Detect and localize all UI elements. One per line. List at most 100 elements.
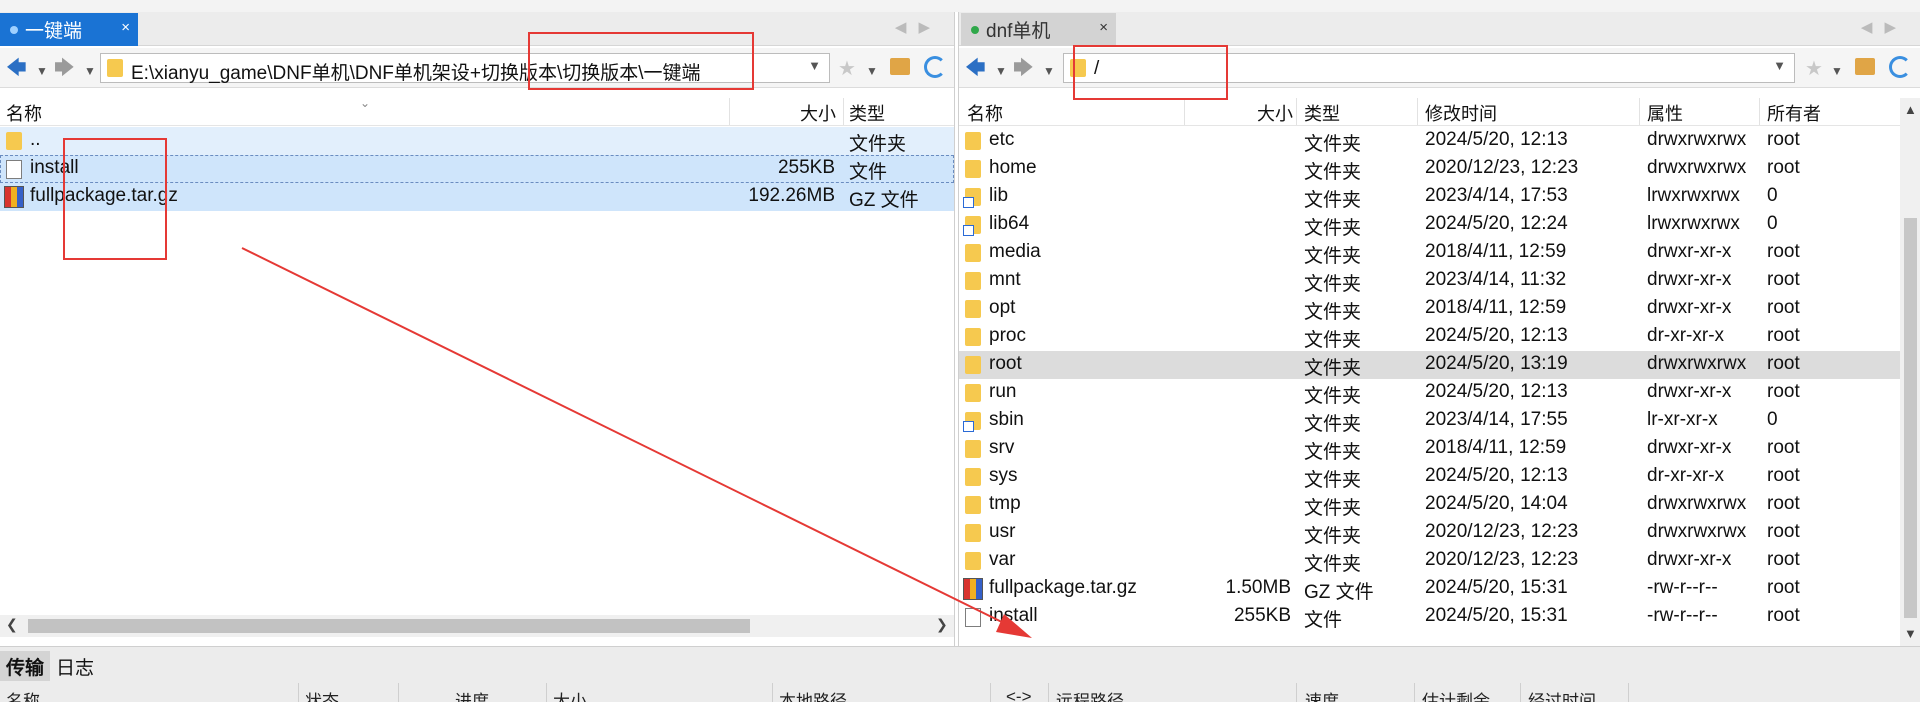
tab-status-dot [10,25,18,34]
column-size[interactable]: 大小 [800,100,836,126]
file-owner: root [1767,577,1800,598]
transfer-column-remote-path[interactable]: 远程路径 [1056,687,1124,702]
file-name: lib64 [989,213,1030,234]
column-separator [398,683,399,702]
column-separator [546,683,547,702]
forward-icon[interactable]: 🡆 [54,56,75,80]
column-size[interactable]: 大小 [1257,100,1293,126]
column-attributes[interactable]: 属性 [1647,100,1683,126]
tab-log[interactable]: 日志 [50,651,100,681]
list-item[interactable]: sys 文件夹 2024/5/20, 12:13 dr-xr-xr-x root [959,463,1920,491]
file-owner: 0 [1767,409,1778,430]
transfer-column-size[interactable]: 大小 [553,687,587,702]
chevron-down-icon[interactable]: ▼ [36,59,48,83]
bookmark-star-icon[interactable]: ★ [1805,56,1823,81]
chevron-down-icon[interactable]: ▼ [995,59,1007,83]
file-owner: root [1767,493,1800,514]
tab-scroll-arrows-icon[interactable]: ◀▶ [895,18,942,36]
list-item[interactable]: run 文件夹 2024/5/20, 12:13 drwxr-xr-x root [959,379,1920,407]
refresh-icon[interactable] [1889,56,1911,78]
chevron-down-icon[interactable]: ▼ [866,59,878,83]
folder-icon [965,160,981,178]
file-icon [965,608,981,627]
list-item[interactable]: sbin 文件夹 2023/4/14, 17:55 lr-xr-xr-x 0 [959,407,1920,435]
list-item[interactable]: lib64 文件夹 2024/5/20, 12:24 lrwxrwxrwx 0 [959,211,1920,239]
file-mtime: 2024/5/20, 12:13 [1425,465,1568,486]
folder-icon [965,300,981,318]
home-icon[interactable] [1855,58,1875,75]
file-name: media [989,241,1041,262]
file-type: 文件夹 [1304,246,1362,267]
column-type[interactable]: 类型 [849,100,885,126]
tab-remote[interactable]: dnf单机 × [961,13,1116,46]
list-item[interactable]: srv 文件夹 2018/4/11, 12:59 drwxr-xr-x root [959,435,1920,463]
column-type[interactable]: 类型 [1304,100,1340,126]
column-separator [990,683,991,702]
list-item[interactable]: tmp 文件夹 2024/5/20, 14:04 drwxrwxrwx root [959,491,1920,519]
file-mtime: 2024/5/20, 14:04 [1425,493,1568,514]
home-icon[interactable] [890,58,910,75]
file-mtime: 2024/5/20, 15:31 [1425,577,1568,598]
tab-local[interactable]: 一键端 × [0,13,138,46]
list-item[interactable]: install 255KB 文件 2024/5/20, 15:31 -rw-r--r--… [959,603,1920,631]
list-item[interactable]: var 文件夹 2020/12/23, 12:23 drwxr-xr-x root [959,547,1920,575]
file-type: 文件夹 [1304,358,1362,379]
scrollbar-thumb[interactable] [1904,218,1917,618]
chevron-down-icon[interactable]: ▼ [808,58,821,73]
refresh-icon[interactable] [924,56,946,78]
list-item[interactable]: proc 文件夹 2024/5/20, 12:13 dr-xr-xr-x root [959,323,1920,351]
file-type: 文件夹 [1304,442,1362,463]
list-item[interactable]: usr 文件夹 2020/12/23, 12:23 drwxrwxrwx root [959,519,1920,547]
transfer-column-eta[interactable]: 估计剩余... [1422,687,1504,702]
bookmark-star-icon[interactable]: ★ [838,56,856,81]
remote-vertical-scrollbar[interactable]: ▲ ▼ [1900,98,1920,646]
column-mtime[interactable]: 修改时间 [1425,100,1497,126]
list-item[interactable]: media 文件夹 2018/4/11, 12:59 drwxr-xr-x root [959,239,1920,267]
file-owner: root [1767,297,1800,318]
list-item[interactable]: lib 文件夹 2023/4/14, 17:53 lrwxrwxrwx 0 [959,183,1920,211]
list-item[interactable]: fullpackage.tar.gz 1.50MB GZ 文件 2024/5/20, … [959,575,1920,603]
scroll-down-icon[interactable]: ▼ [1904,626,1917,641]
scroll-right-icon[interactable]: ❯ [936,616,948,633]
transfer-column-local-path[interactable]: 本地路径 [779,687,847,702]
back-icon[interactable]: 🡄 [965,56,986,80]
list-item[interactable]: home 文件夹 2020/12/23, 12:23 drwxrwxrwx root [959,155,1920,183]
scroll-left-icon[interactable]: ❮ [6,616,18,633]
file-name: var [989,549,1016,570]
scroll-up-icon[interactable]: ▲ [1904,102,1917,117]
chevron-down-icon[interactable]: ▼ [1773,58,1786,73]
close-icon[interactable]: × [121,19,130,36]
file-attributes: drwxr-xr-x [1647,381,1732,402]
chevron-down-icon[interactable]: ▼ [1831,59,1843,83]
transfer-column-status[interactable]: 状态 [305,687,339,702]
file-attributes: -rw-r--r-- [1647,605,1718,626]
scrollbar-thumb[interactable] [28,619,750,633]
list-item[interactable]: mnt 文件夹 2023/4/14, 11:32 drwxr-xr-x root [959,267,1920,295]
list-item[interactable]: etc 文件夹 2024/5/20, 12:13 drwxrwxrwx root [959,127,1920,155]
file-name: sys [989,465,1018,486]
column-separator [1414,683,1415,702]
tab-transfer[interactable]: 传输 [0,651,51,681]
forward-icon[interactable]: 🡆 [1013,56,1034,80]
column-name[interactable]: 名称 [6,100,42,126]
transfer-column-progress[interactable]: 进度 [455,687,489,702]
tab-scroll-arrows-icon[interactable]: ◀▶ [1861,18,1908,36]
file-mtime: 2018/4/11, 12:59 [1425,437,1567,458]
transfer-column-elapsed[interactable]: 经过时间 [1528,687,1596,702]
list-item[interactable]: root 文件夹 2024/5/20, 13:19 drwxrwxrwx root [959,351,1920,379]
column-separator [1184,98,1185,125]
list-item[interactable]: opt 文件夹 2018/4/11, 12:59 drwxr-xr-x root [959,295,1920,323]
local-horizontal-scrollbar[interactable]: ❮ ❯ [0,615,954,637]
chevron-down-icon[interactable]: ▼ [1043,59,1055,83]
back-icon[interactable]: 🡄 [6,56,27,80]
close-icon[interactable]: × [1099,19,1108,36]
column-owner[interactable]: 所有者 [1767,100,1821,126]
column-name[interactable]: 名称 [967,100,1003,126]
transfer-column-name[interactable]: 名称 [6,687,40,702]
chevron-down-icon[interactable]: ▼ [84,59,96,83]
transfer-column-speed[interactable]: 速度 [1305,687,1339,702]
file-owner: root [1767,465,1800,486]
transfer-column-direction[interactable]: <-> [1006,687,1032,702]
file-type: 文件夹 [1304,274,1362,295]
column-separator [1296,683,1297,702]
